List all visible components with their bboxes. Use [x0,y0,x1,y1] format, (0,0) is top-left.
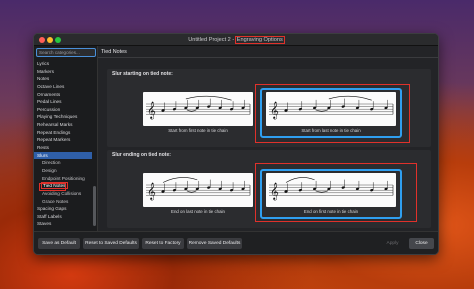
sidebar-item-label: Design [42,167,57,173]
title-bar: Untitled Project 2 - Engraving Options [34,34,438,46]
treble-clef-icon: 𝄞 [270,182,279,200]
annotation-box-sidebar [39,183,66,191]
category-list: Lyrics Markers Notes Octave Lines Ornaments P… [34,60,92,228]
option-caption: End on first note in tie chain [303,209,359,214]
window-title-highlight: Engraving Options [234,36,285,44]
window-title: Untitled Project 2 - Engraving Options [34,35,438,45]
sidebar-item[interactable]: Notes [34,75,92,83]
option-caption: End on last note in tie chain [171,209,225,214]
sidebar-item-label: Endpoint Positioning [42,175,85,181]
sidebar-item-label: Avoiding Collisions [42,190,82,196]
sidebar-item-label: Slurs [37,152,48,158]
option-end-last[interactable]: 𝄞 End on last note in tie chain [143,173,253,216]
slur-start-label: Slur starting on tied note: [112,71,173,77]
option-caption: Start from first note in tie chain [168,128,228,133]
sidebar-item-label: Rests [37,145,49,151]
sidebar-scrollbar[interactable] [93,186,96,226]
music-notation-icon: 𝄞 [269,95,394,119]
sidebar-item-label: Repeat Markers [37,137,71,143]
category-sidebar: Search categories... Lyrics Markers Notes O… [34,46,98,231]
score-preview: 𝄞 [266,173,396,207]
music-notation-icon: 𝄞 [146,177,251,200]
sidebar-item-label: Staff Labels [37,213,62,219]
treble-clef-icon: 𝄞 [270,101,279,119]
sidebar-item[interactable]: Direction [34,159,92,167]
section-divider [98,57,438,58]
dialog-footer: Save as Default Reset to Saved Defaults … [34,231,438,254]
apply-button[interactable]: Apply [380,238,405,249]
sidebar-item-label: Repeat Endings [37,129,71,135]
sidebar-item-label: Markers [37,68,54,74]
tie [186,109,197,112]
sidebar-item-label: Rehearsal Marks [37,122,73,128]
sidebar-item[interactable]: Endpoint Positioning [34,175,92,183]
score-preview: 𝄞 [143,173,253,207]
sidebar-item-label: Octave Lines [37,83,65,89]
treble-clef-icon: 𝄞 [147,182,156,200]
reset-to-saved-defaults-button[interactable]: Reset to Saved Defaults [83,238,139,249]
sidebar-item-label: Direction [42,160,61,166]
slur [185,95,232,101]
sidebar-item[interactable]: Slurs [34,151,92,160]
tie [315,109,328,112]
option-start-first[interactable]: 𝄞 Start from first note in tie chain [143,92,253,135]
slur-end-label: Slur ending on tied note: [112,152,171,158]
sidebar-item[interactable]: Avoiding Collisions [34,190,92,198]
sidebar-item[interactable]: Repeat Endings [34,129,92,137]
tie [186,190,197,193]
sidebar-item[interactable]: Playing Techniques [34,113,92,121]
treble-clef-icon: 𝄞 [147,101,156,119]
tie [315,190,328,193]
slur [162,177,198,183]
music-notation-icon: 𝄞 [269,177,394,200]
sidebar-item[interactable]: Grace Notes [34,198,92,206]
sidebar-item[interactable]: Staves [34,220,92,228]
sidebar-item-label: Spacing Gaps [37,206,67,212]
score-preview: 𝄞 [266,92,396,126]
option-start-last[interactable]: 𝄞 Start from last note in tie chain [266,92,396,135]
score-preview: 𝄞 [143,92,253,126]
option-caption: Start from last note in tie chain [301,128,361,133]
reset-to-factory-button[interactable]: Reset to Factory [142,238,184,249]
sidebar-item[interactable]: Design [34,167,92,175]
sidebar-item-label: Ornaments [37,91,61,97]
sidebar-item[interactable]: Rehearsal Marks [34,121,92,129]
sidebar-item-label: Staves [37,221,52,227]
sidebar-item-label: Pedal Lines [37,99,62,105]
section-title: Tied Notes [101,49,127,55]
sidebar-item[interactable]: Rests [34,144,92,152]
save-as-default-button[interactable]: Save as Default [38,238,80,249]
sidebar-item-label: Percussion [37,106,61,112]
sidebar-item[interactable]: Staff Labels [34,213,92,221]
slur [285,177,315,183]
sidebar-item[interactable]: Pedal Lines [34,98,92,106]
search-categories-input[interactable]: Search categories... [36,48,96,57]
sidebar-item[interactable]: Percussion [34,106,92,114]
slur [328,95,372,101]
sidebar-item[interactable]: Markers [34,68,92,76]
sidebar-item-label: Notes [37,76,50,82]
close-button[interactable]: Close [409,238,434,249]
sidebar-item-label: Lyrics [37,61,50,66]
sidebar-item[interactable]: Ornaments [34,91,92,99]
music-notation-icon: 𝄞 [146,95,251,119]
sidebar-item[interactable]: Lyrics [34,60,92,68]
sidebar-item[interactable]: Repeat Markers [34,136,92,144]
sidebar-item[interactable]: Spacing Gaps [34,205,92,213]
sidebar-item-label: Playing Techniques [37,114,78,120]
sidebar-item[interactable]: Octave Lines [34,83,92,91]
remove-saved-defaults-button[interactable]: Remove Saved Defaults [187,238,242,249]
window-title-prefix: Untitled Project 2 - [188,37,236,43]
sidebar-item-label: Grace Notes [42,198,69,204]
option-end-first[interactable]: 𝄞 End on first note in tie chain [266,173,396,216]
